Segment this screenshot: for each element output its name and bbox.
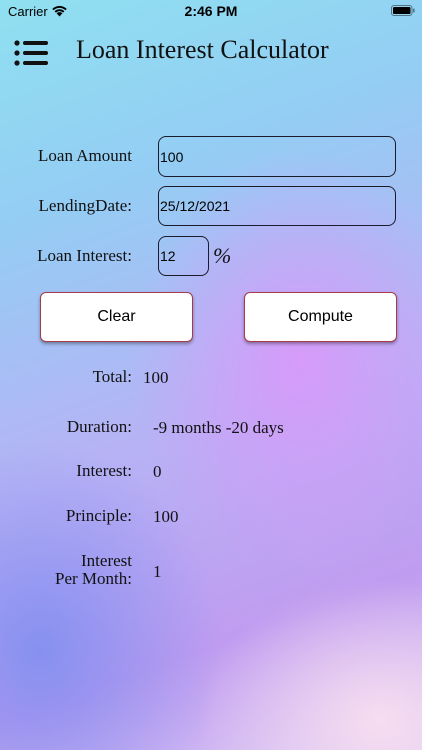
- battery-icon: [391, 5, 415, 16]
- total-label: Total:: [92, 367, 132, 386]
- lending-date-input[interactable]: [158, 186, 396, 226]
- hamburger-menu-icon[interactable]: [14, 40, 48, 66]
- total-value: 100: [143, 368, 169, 387]
- lending-date-label: LendingDate:: [38, 196, 132, 215]
- principle-value: 100: [153, 507, 179, 526]
- interest-label: Interest:: [76, 461, 132, 480]
- percent-symbol: %: [213, 243, 232, 268]
- duration-label: Duration:: [66, 417, 132, 436]
- interest-value: 0: [153, 462, 162, 481]
- loan-amount-label: Loan Amount: [38, 146, 132, 165]
- interest-per-month-label: Interest Per Month:: [0, 552, 132, 588]
- compute-button[interactable]: Compute: [244, 292, 397, 342]
- status-time: 2:46 PM: [184, 3, 238, 19]
- interest-per-month-value: 1: [153, 562, 162, 581]
- loan-interest-input[interactable]: [158, 236, 209, 276]
- interest-per-month-label-line1: Interest: [81, 551, 132, 570]
- interest-per-month-label-line2: Per Month:: [55, 569, 132, 588]
- loan-amount-input[interactable]: [158, 136, 396, 177]
- duration-value: -9 months -20 days: [153, 418, 284, 437]
- clear-button[interactable]: Clear: [40, 292, 193, 342]
- principle-label: Principle:: [65, 506, 132, 525]
- page-title: Loan Interest Calculator: [76, 35, 329, 64]
- loan-interest-label: Loan Interest:: [37, 246, 132, 265]
